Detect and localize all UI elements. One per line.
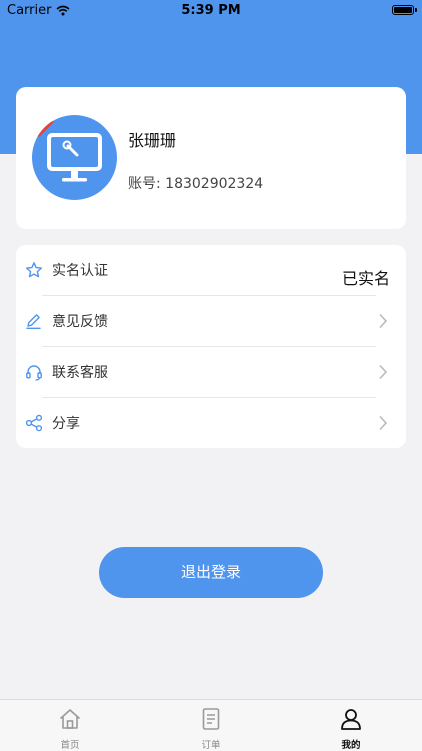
star-icon <box>26 262 42 278</box>
chevron-right-icon <box>379 415 388 431</box>
menu-label-real-name: 实名认证 <box>52 263 108 279</box>
tab-home[interactable]: 首页 <box>25 700 115 751</box>
menu-label-customer-service: 联系客服 <box>52 365 108 381</box>
home-icon <box>59 709 81 729</box>
order-icon <box>202 708 220 730</box>
menu-item-feedback[interactable]: 意见反馈 <box>16 296 406 346</box>
tab-orders[interactable]: 订单 <box>166 700 256 751</box>
status-bar: Carrier 5:39 PM <box>0 0 422 22</box>
tab-label-mine: 我的 <box>341 740 361 751</box>
battery-icon <box>392 5 417 15</box>
avatar[interactable] <box>32 115 117 200</box>
tab-bar: 首页 订单 我的 <box>0 699 422 751</box>
menu-card: 实名认证 已实名 意见反馈 联系客服 分享 <box>16 245 406 448</box>
status-time: 5:39 PM <box>181 3 241 18</box>
chevron-right-icon <box>379 364 388 380</box>
share-icon <box>25 414 43 432</box>
tab-label-home: 首页 <box>60 740 80 751</box>
pencil-icon <box>26 314 41 329</box>
menu-label-share: 分享 <box>52 416 80 432</box>
user-name: 张珊珊 <box>128 131 177 150</box>
menu-item-real-name[interactable]: 实名认证 已实名 <box>16 245 406 295</box>
logout-button[interactable]: 退出登录 <box>99 547 323 598</box>
profile-card: 张珊珊 账号: 18302902324 <box>16 87 406 229</box>
verified-status: 已实名 <box>341 269 390 288</box>
monitor-icon <box>34 117 102 182</box>
account-label: 账号: <box>128 176 161 192</box>
menu-item-customer-service[interactable]: 联系客服 <box>16 347 406 397</box>
headset-icon <box>26 365 42 381</box>
tab-label-orders: 订单 <box>201 740 221 751</box>
tab-mine[interactable]: 我的 <box>306 700 396 751</box>
user-icon <box>341 709 361 730</box>
menu-item-share[interactable]: 分享 <box>16 398 406 448</box>
account-info: 账号: 18302902324 <box>128 173 263 193</box>
menu-label-feedback: 意见反馈 <box>52 314 108 330</box>
account-number: 18302902324 <box>165 176 264 192</box>
chevron-right-icon <box>379 313 388 329</box>
